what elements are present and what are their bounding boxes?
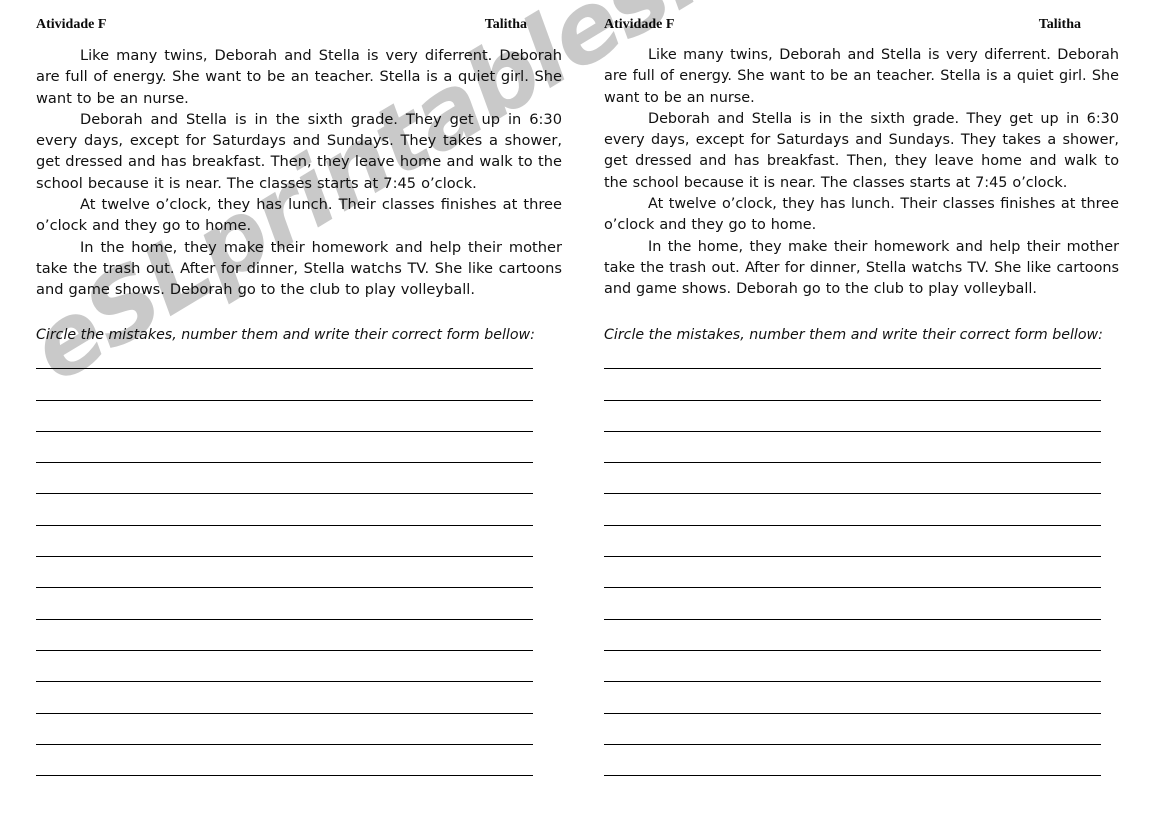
answer-line[interactable] xyxy=(36,526,533,558)
story-paragraph: Like many twins, Deborah and Stella is v… xyxy=(36,47,562,107)
answer-line[interactable] xyxy=(36,369,533,401)
story-paragraph: Like many twins, Deborah and Stella is v… xyxy=(604,47,1119,106)
answer-line[interactable] xyxy=(36,588,533,620)
answer-line[interactable] xyxy=(604,338,1101,370)
answer-line[interactable] xyxy=(36,338,533,370)
answer-lines-right xyxy=(604,338,1101,777)
answer-line[interactable] xyxy=(604,432,1101,464)
answer-line[interactable] xyxy=(604,463,1101,495)
answer-line[interactable] xyxy=(604,526,1101,558)
answer-line[interactable] xyxy=(604,557,1101,589)
worksheet-column-left: Atividade F Talitha Like many twins, Deb… xyxy=(36,0,562,821)
header-row-left: Atividade F Talitha xyxy=(36,0,562,38)
answer-line[interactable] xyxy=(604,745,1101,777)
worksheet-column-right: Atividade F Talitha Like many twins, Deb… xyxy=(604,0,1119,821)
answer-line[interactable] xyxy=(36,557,533,589)
author-name: Talitha xyxy=(484,17,527,32)
answer-line[interactable] xyxy=(604,714,1101,745)
answer-line[interactable] xyxy=(604,369,1101,401)
page-title: Atividade F xyxy=(36,17,107,32)
answer-lines-left xyxy=(36,338,533,777)
answer-line[interactable] xyxy=(604,494,1101,526)
answer-line[interactable] xyxy=(604,651,1101,683)
answer-line[interactable] xyxy=(604,682,1101,714)
answer-line[interactable] xyxy=(36,651,533,683)
author-name: Talitha xyxy=(1038,17,1081,32)
story-text-left: Like many twins, Deborah and Stella is v… xyxy=(36,45,562,301)
answer-line[interactable] xyxy=(36,620,533,651)
answer-line[interactable] xyxy=(36,745,533,777)
header-row-right: Atividade F Talitha xyxy=(604,0,1119,38)
story-paragraph: In the home, they make their homework an… xyxy=(36,238,562,299)
answer-line[interactable] xyxy=(604,620,1101,651)
story-paragraph: Deborah and Stella is in the sixth grade… xyxy=(604,110,1119,191)
answer-line[interactable] xyxy=(36,401,533,432)
answer-line[interactable] xyxy=(36,463,533,495)
story-paragraph: Deborah and Stella is in the sixth grade… xyxy=(36,110,562,192)
story-paragraph: In the home, they make their homework an… xyxy=(604,238,1119,298)
page-title: Atividade F xyxy=(604,17,675,32)
worksheet-page: eSLprintables.com Atividade F Talitha Li… xyxy=(0,0,1169,821)
answer-line[interactable] xyxy=(36,714,533,745)
answer-line[interactable] xyxy=(36,494,533,526)
story-paragraph: At twelve o’clock, they has lunch. Their… xyxy=(604,196,1119,234)
answer-line[interactable] xyxy=(604,401,1101,432)
answer-line[interactable] xyxy=(604,588,1101,620)
answer-line[interactable] xyxy=(36,432,533,464)
story-text-right: Like many twins, Deborah and Stella is v… xyxy=(604,45,1119,301)
story-paragraph: At twelve o’clock, they has lunch. Their… xyxy=(36,196,562,235)
answer-line[interactable] xyxy=(36,682,533,714)
